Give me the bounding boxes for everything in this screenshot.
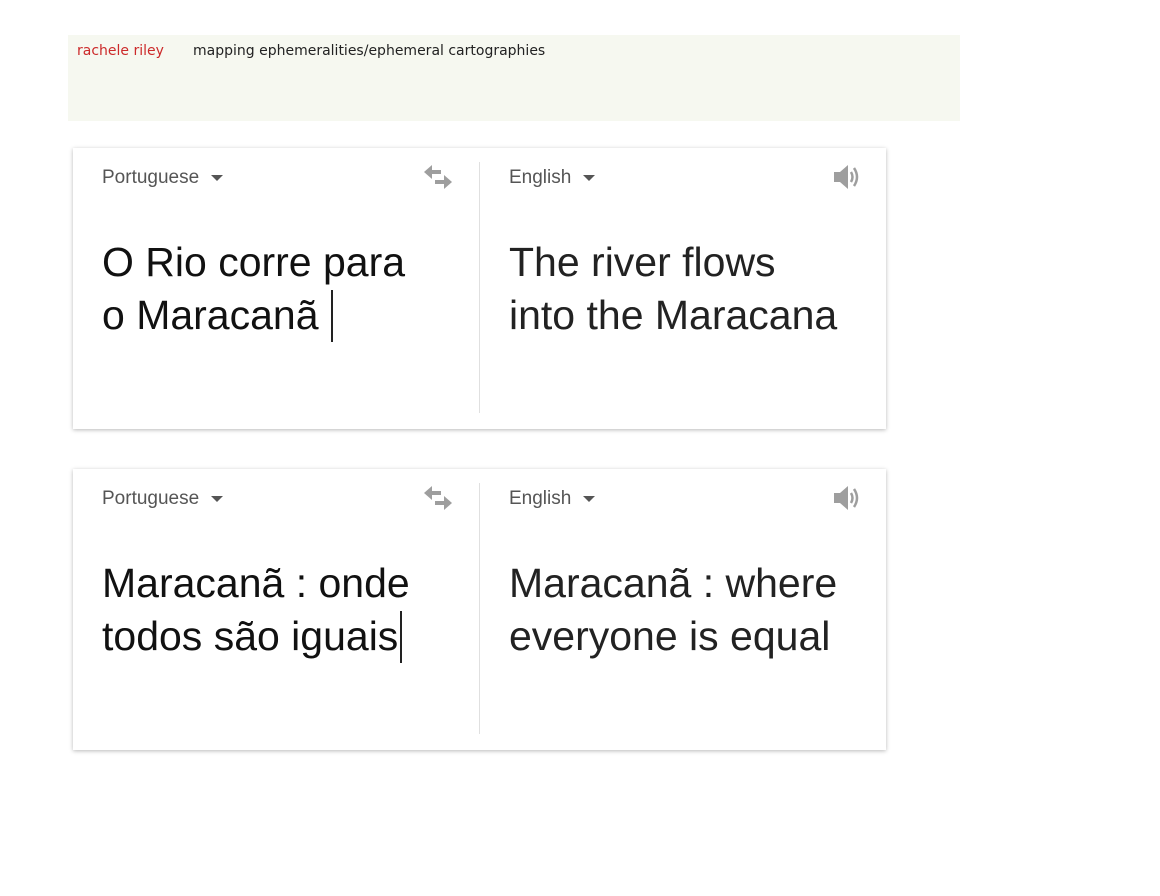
author-link[interactable]: rachele riley	[77, 43, 164, 59]
target-language-select[interactable]: English	[509, 167, 596, 189]
translation-text-line: into the Maracana	[509, 292, 838, 338]
target-language-label: English	[509, 488, 572, 509]
translation-card: Portuguese English O Rio corre para o Ma…	[73, 148, 886, 429]
pane-divider	[479, 483, 480, 734]
source-language-label: Portuguese	[102, 167, 200, 188]
source-language-label: Portuguese	[102, 488, 200, 509]
translation-text-line: Maracanã : where	[509, 560, 838, 606]
source-text-line: O Rio corre para	[102, 239, 406, 285]
source-text-line: o Maracanã	[102, 292, 319, 338]
chevron-down-icon	[583, 496, 596, 502]
chevron-down-icon	[211, 496, 224, 502]
text-cursor	[330, 290, 333, 342]
source-text-line: Maracanã : onde	[102, 560, 410, 606]
translation-text-line: The river flows	[509, 239, 776, 285]
speaker-icon[interactable]	[832, 484, 862, 512]
swap-languages-icon[interactable]	[423, 164, 453, 190]
translation-output: The river flows into the Maracana	[509, 236, 837, 342]
source-text-input[interactable]: O Rio corre para o Maracanã	[102, 236, 405, 342]
translation-output: Maracanã : where everyone is equal	[509, 557, 837, 663]
target-language-select[interactable]: English	[509, 488, 596, 510]
speaker-icon[interactable]	[832, 163, 862, 191]
chevron-down-icon	[583, 175, 596, 181]
pane-divider	[479, 162, 480, 413]
chevron-down-icon	[211, 175, 224, 181]
text-cursor	[400, 611, 403, 663]
translation-card: Portuguese English Maracanã : onde todos…	[73, 469, 886, 750]
source-text-input[interactable]: Maracanã : onde todos são iguais	[102, 557, 410, 663]
source-language-select[interactable]: Portuguese	[102, 488, 224, 510]
source-text-line: todos são iguais	[102, 613, 399, 659]
translation-text-line: everyone is equal	[509, 613, 831, 659]
swap-languages-icon[interactable]	[423, 485, 453, 511]
target-language-label: English	[509, 167, 572, 188]
site-header: rachele riley mapping ephemeralities/eph…	[68, 35, 960, 121]
source-language-select[interactable]: Portuguese	[102, 167, 224, 189]
site-title: mapping ephemeralities/ephemeral cartogr…	[193, 43, 546, 59]
